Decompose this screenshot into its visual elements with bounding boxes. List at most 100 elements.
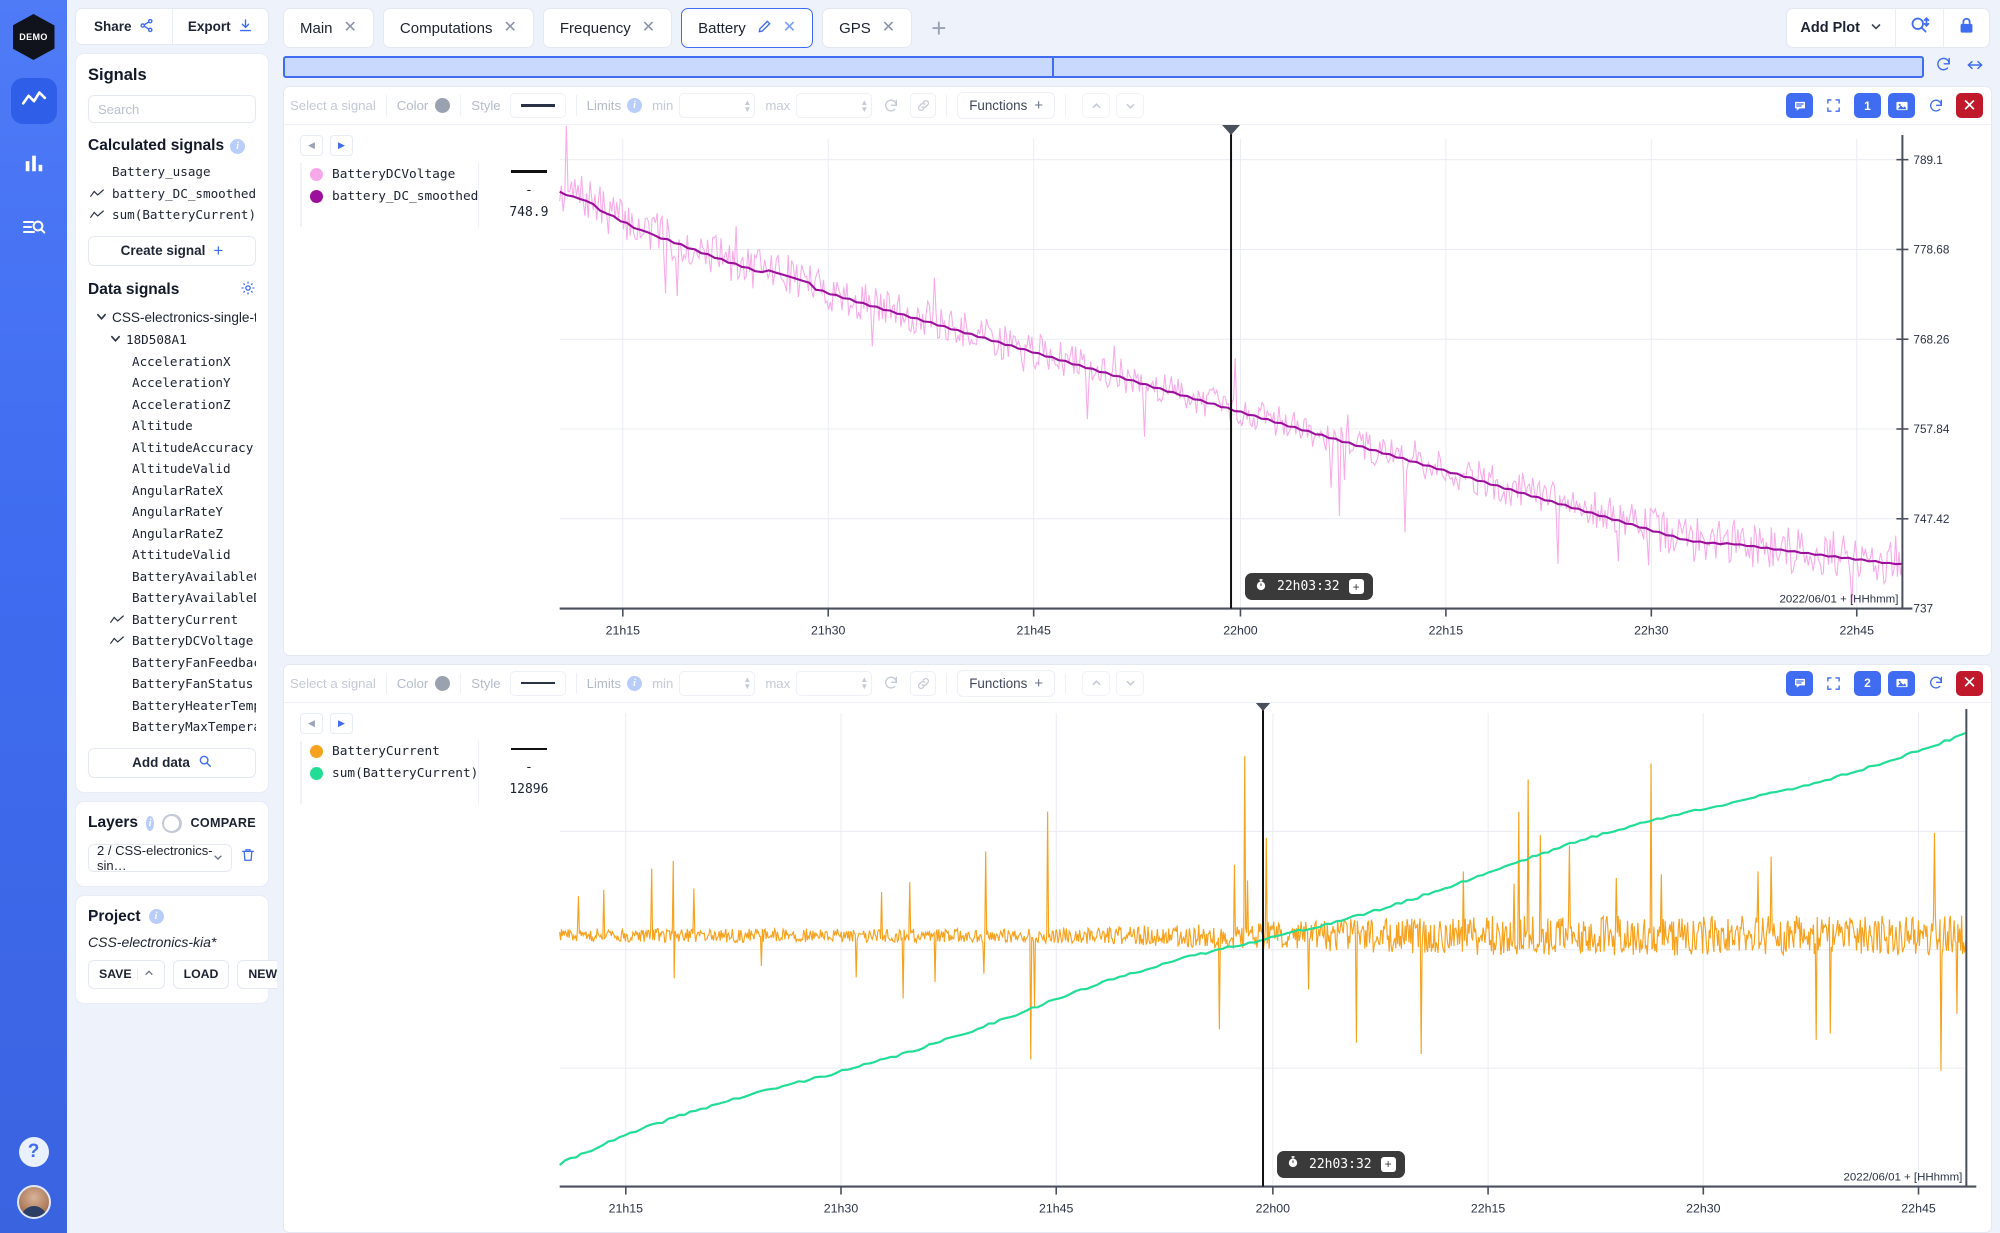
select-signal-placeholder[interactable]: Select a signal <box>290 98 376 113</box>
tab-main[interactable]: Main ✕ <box>283 8 374 48</box>
list-item[interactable]: BatteryFanFeedback <box>88 652 256 674</box>
close-icon[interactable]: ✕ <box>882 20 895 36</box>
min-input[interactable]: ▲ ▼ <box>679 670 756 696</box>
plot-number-icon[interactable]: 2 <box>1854 670 1881 696</box>
list-item[interactable]: Altitude <box>88 415 256 437</box>
timeline-scrollbar[interactable] <box>283 56 1924 78</box>
fullscreen-icon[interactable] <box>1820 93 1847 118</box>
search-input[interactable] <box>88 95 256 123</box>
plot-number-icon[interactable]: 1 <box>1854 93 1881 118</box>
stepper-icon[interactable]: ▲ ▼ <box>743 676 751 691</box>
move-plot-up-button[interactable] <box>1082 93 1111 118</box>
load-button[interactable]: LOAD <box>172 959 230 989</box>
list-item[interactable]: AltitudeValid <box>88 458 256 480</box>
tab-frequency[interactable]: Frequency ✕ <box>542 8 673 48</box>
link-axes-button[interactable] <box>910 670 937 696</box>
legend-item[interactable]: BatteryDCVoltage <box>310 163 478 185</box>
link-axes-button[interactable] <box>910 93 937 118</box>
functions-button[interactable]: Functions + <box>957 669 1056 697</box>
list-item[interactable]: BatteryHeaterTempera… <box>88 695 256 717</box>
legend-item[interactable]: BatteryCurrent <box>310 741 478 763</box>
close-icon[interactable]: ✕ <box>503 20 516 36</box>
close-icon[interactable]: ✕ <box>783 20 796 36</box>
color-swatch[interactable] <box>435 98 451 113</box>
move-plot-up-button[interactable] <box>1082 670 1111 696</box>
style-select[interactable] <box>509 93 566 118</box>
add-plot-button[interactable]: Add Plot <box>1787 9 1895 47</box>
share-button[interactable]: Share <box>76 9 172 44</box>
avatar[interactable] <box>16 1185 51 1219</box>
functions-button[interactable]: Functions + <box>957 92 1056 119</box>
list-item[interactable]: AccelerationX <box>88 351 256 373</box>
timeline-fit-button[interactable] <box>1962 58 1988 77</box>
close-icon[interactable]: ✕ <box>642 20 655 36</box>
reset-limits-button[interactable] <box>878 671 904 696</box>
export-button[interactable]: Export <box>171 9 269 44</box>
rail-item-log-search[interactable] <box>11 206 57 252</box>
add-data-button[interactable]: Add data <box>88 747 256 778</box>
list-item[interactable]: AttitudeValid <box>88 544 256 566</box>
reset-limits-button[interactable] <box>878 93 904 118</box>
legend-item[interactable]: battery_DC_smoothed <box>310 185 478 207</box>
info-icon[interactable]: i <box>148 909 164 924</box>
edit-icon[interactable] <box>757 19 772 38</box>
comment-icon[interactable] <box>1786 93 1813 118</box>
min-input[interactable]: ▲ ▼ <box>679 93 756 118</box>
rail-item-bar-view[interactable] <box>11 142 57 188</box>
delete-layer-icon[interactable] <box>240 847 256 868</box>
list-item[interactable]: battery_DC_smoothed <box>88 183 256 205</box>
timeline-segment-right[interactable] <box>1054 58 1922 76</box>
cursor-tooltip[interactable]: 22h03:32 + <box>1277 1150 1405 1178</box>
fullscreen-icon[interactable] <box>1820 671 1847 696</box>
save-button[interactable]: SAVE <box>88 959 165 989</box>
legend-prev-button[interactable]: ◀ <box>300 712 323 734</box>
select-signal-placeholder[interactable]: Select a signal <box>290 676 376 691</box>
list-item[interactable]: BatteryFanStatus <box>88 673 256 695</box>
legend-item[interactable]: sum(BatteryCurrent) <box>310 763 478 785</box>
style-select[interactable] <box>509 670 566 696</box>
close-plot-icon[interactable]: ✕ <box>1956 93 1983 118</box>
comment-icon[interactable] <box>1786 670 1813 696</box>
legend-prev-button[interactable]: ◀ <box>300 135 323 156</box>
zoom-tool-button[interactable] <box>1895 9 1943 47</box>
stepper-icon[interactable]: ▲ ▼ <box>743 98 751 113</box>
rail-item-plot-view[interactable] <box>10 78 57 124</box>
tab-battery[interactable]: Battery ✕ <box>681 8 814 48</box>
stepper-icon[interactable]: ▲ ▼ <box>860 98 868 113</box>
list-item[interactable]: AngularRateX <box>88 480 256 502</box>
chart-area-plot-battery-voltage[interactable]: 789.1 778.68 768.26 757.84 747.42 737 21h15 21h… <box>559 125 1991 655</box>
list-item[interactable]: AccelerationY <box>88 372 256 394</box>
tab-gps[interactable]: GPS ✕ <box>822 8 913 48</box>
max-input[interactable]: ▲ ▼ <box>796 670 873 696</box>
close-plot-icon[interactable]: ✕ <box>1956 670 1983 696</box>
list-item[interactable]: BatteryAvailableDisc… <box>88 587 256 609</box>
move-plot-down-button[interactable] <box>1116 670 1145 696</box>
reset-zoom-icon[interactable] <box>1922 93 1949 118</box>
gear-icon[interactable] <box>240 280 256 301</box>
reset-zoom-icon[interactable] <box>1922 671 1949 696</box>
move-plot-down-button[interactable] <box>1116 93 1145 118</box>
plus-icon[interactable]: + <box>1380 1156 1396 1172</box>
list-item[interactable]: AltitudeAccuracy <box>88 437 256 459</box>
list-item[interactable]: BatteryMaxTemperature <box>88 716 256 738</box>
list-item[interactable]: BatteryDCVoltage <box>88 630 256 652</box>
legend-next-button[interactable]: ▶ <box>330 135 353 156</box>
timeline-reset-button[interactable] <box>1930 56 1956 78</box>
color-swatch[interactable] <box>435 675 451 691</box>
cursor-tooltip[interactable]: 22h03:32 + <box>1245 573 1373 600</box>
list-item[interactable]: AngularRateY <box>88 501 256 523</box>
layer-select[interactable]: 2 / CSS-electronics-sin… <box>88 843 232 873</box>
add-tab-button[interactable]: + <box>921 15 956 41</box>
lock-button[interactable] <box>1943 9 1989 47</box>
list-item[interactable]: BatteryCurrent <box>88 609 256 631</box>
info-icon[interactable]: i <box>230 138 246 154</box>
image-icon[interactable] <box>1888 670 1915 696</box>
tree-node-device[interactable]: CSS-electronics-single-tim… <box>88 307 256 329</box>
timeline-segment-left[interactable] <box>285 58 1055 76</box>
list-item[interactable]: AccelerationZ <box>88 394 256 416</box>
chevron-up-icon[interactable] <box>136 968 154 980</box>
chart-area-plot-battery-current[interactable]: 21h15 21h30 21h45 22h00 22h15 22h30 22h45 2022/… <box>559 702 1991 1233</box>
legend-next-button[interactable]: ▶ <box>330 712 353 734</box>
tree-node-message[interactable]: 18D508A1 <box>88 329 256 351</box>
tab-computations[interactable]: Computations ✕ <box>382 8 534 48</box>
